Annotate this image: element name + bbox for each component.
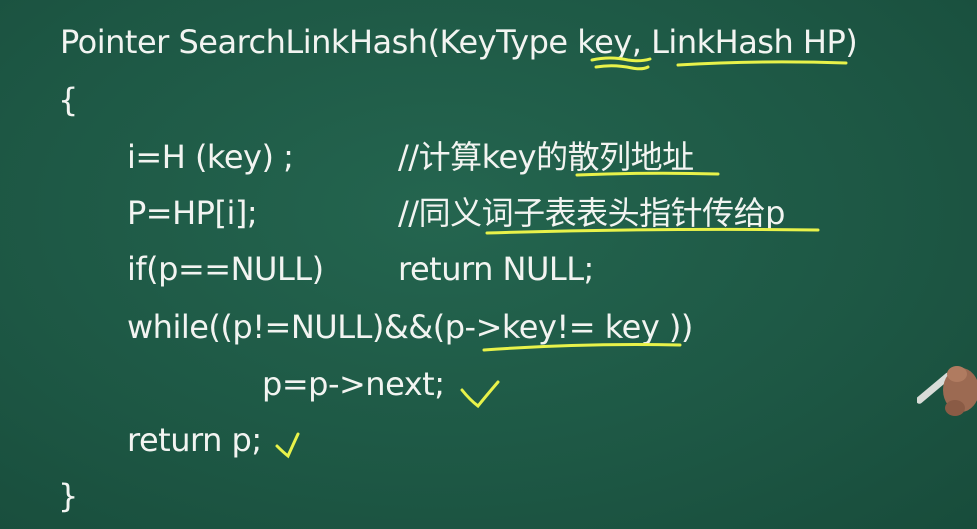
hand-icon [917, 366, 977, 416]
check-icon [275, 432, 300, 459]
function-signature: Pointer SearchLinkHash(KeyType key, Link… [60, 23, 858, 61]
return-null-statement: return NULL; [398, 250, 594, 288]
hash-address-statement: i=H (key) ; [127, 138, 294, 176]
underline-linkhash-param [676, 60, 848, 67]
open-brace: { [58, 81, 78, 119]
advance-pointer-statement: p=p->next; [262, 365, 445, 403]
underline-key-param-2 [594, 64, 650, 71]
head-pointer-statement: P=HP[i]; [127, 194, 258, 232]
check-icon [460, 380, 500, 409]
chalkboard: Pointer SearchLinkHash(KeyType key, Link… [0, 0, 977, 529]
while-loop-statement: while((p!=NULL)&&(p->key!= key )) [127, 308, 693, 346]
hash-address-comment: //计算key的散列地址 [398, 138, 694, 176]
head-pointer-comment: //同义词子表表头指针传给p [398, 194, 785, 232]
null-check-statement: if(p==NULL) [127, 250, 324, 288]
close-brace: } [58, 477, 78, 515]
return-p-statement: return p; [127, 421, 262, 459]
